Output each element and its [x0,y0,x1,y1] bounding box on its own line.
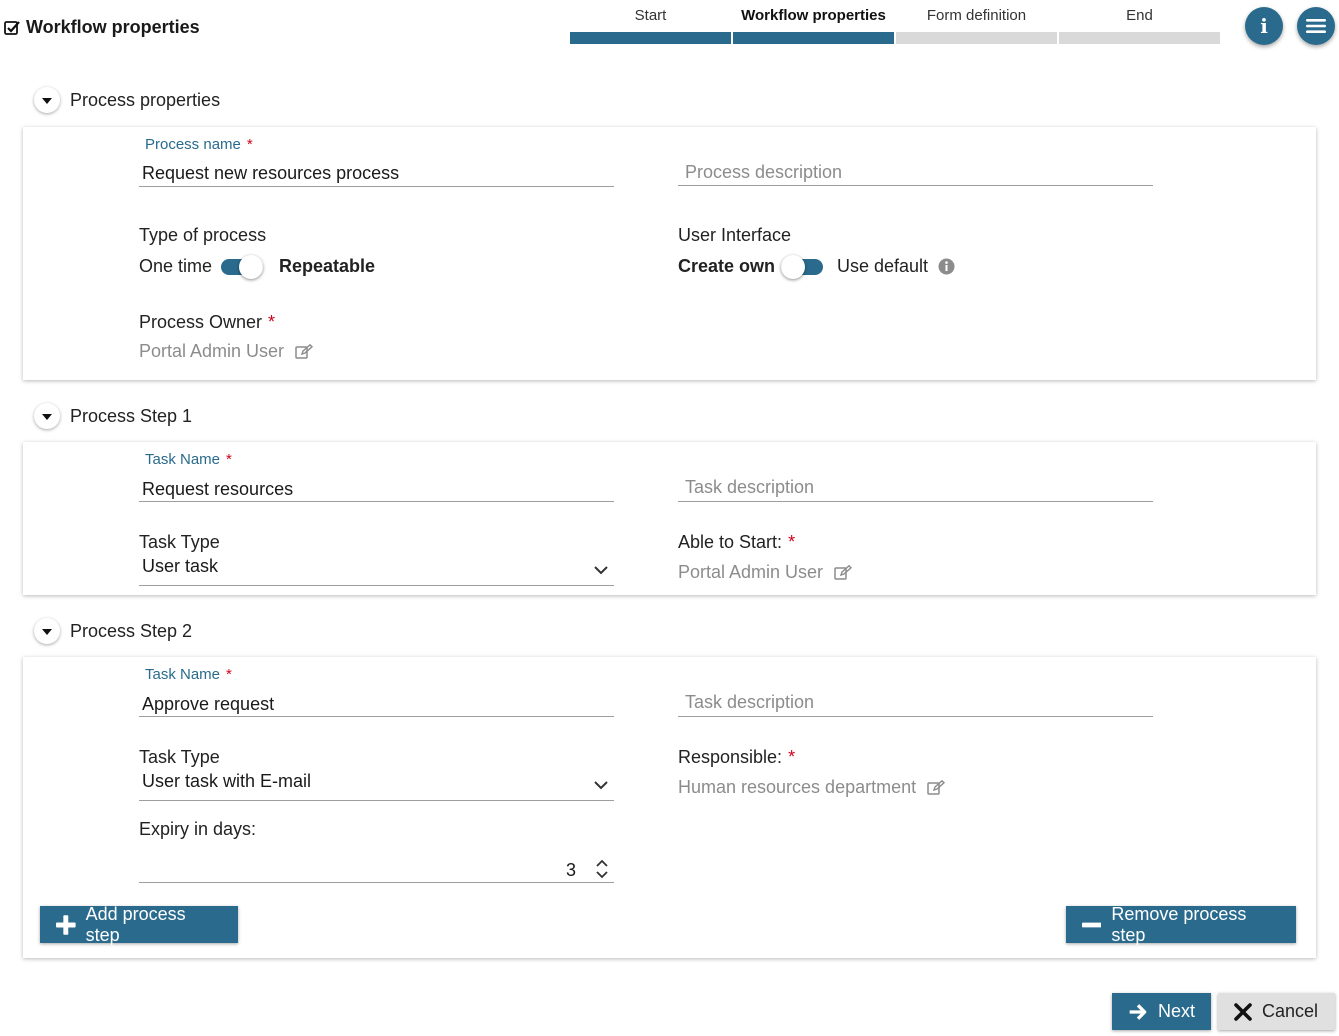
next-label: Next [1157,1001,1195,1021]
edit-icon[interactable] [295,344,314,360]
process-type-toggle[interactable] [221,255,263,279]
responsible-label: Responsible: * [678,747,796,767]
collapse-toggle-icon[interactable] [34,87,60,113]
task-type-select[interactable]: User task [142,556,218,577]
wizard-step-bar [733,32,894,44]
process-name-underline [139,186,614,187]
hamburger-menu-icon [1306,19,1326,33]
wizard-step-label: End [1126,7,1153,24]
wizard-step-label: Workflow properties [741,7,886,24]
task-type-underline [139,800,614,801]
wizard-step-label: Form definition [926,7,1027,24]
plus-icon [56,914,76,935]
task-name-label: Task Name * [145,666,232,683]
expiry-label: Expiry in days: [139,819,257,839]
user-interface-label: User Interface [678,225,792,245]
minus-icon [1082,922,1102,927]
cancel-button[interactable]: Cancel [1218,993,1335,1030]
wizard-step-end: End [1059,6,1220,44]
collapse-toggle-icon[interactable] [34,618,60,644]
process-description-underline [678,185,1153,186]
task-type-select[interactable]: User task with E-mail [142,771,311,792]
task-type-underline [139,585,614,586]
cancel-label: Cancel [1262,1001,1319,1021]
collapse-toggle-icon[interactable] [34,403,60,429]
info-icon: i [1260,14,1268,38]
user-interface-toggle[interactable] [781,255,823,279]
process-properties-card: Process name * Request new resources proc… [23,127,1316,380]
add-process-step-button[interactable]: Add process step [40,903,238,945]
number-stepper-icon[interactable] [595,858,609,880]
type-option-one-time: One time [139,256,213,276]
remove-process-step-button[interactable]: Remove process step [1066,903,1296,945]
info-button[interactable]: i [1245,7,1283,45]
section-title: Process Step 2 [70,620,193,641]
wizard-steps: Start Workflow properties Form definitio… [570,6,1220,44]
wizard-step-form-definition: Form definition [896,6,1057,44]
task-description-input[interactable]: Task description [685,477,814,498]
process-step-2-card: Task Name * Approve request Task descript… [23,657,1316,958]
edit-icon[interactable] [834,565,853,581]
close-icon [1234,1002,1252,1021]
info-circle-icon[interactable] [938,258,955,275]
page-title: Workflow properties [4,17,200,38]
type-option-repeatable: Repeatable [279,256,376,276]
task-name-input[interactable]: Request resources [142,479,293,500]
toggle-knob [781,255,805,279]
chevron-down-icon[interactable] [594,566,608,575]
process-name-label: Process name * [145,136,253,153]
checkbox-checked-icon [4,20,20,35]
ui-option-use-default: Use default [837,256,929,276]
task-description-input[interactable]: Task description [685,692,814,713]
responsible-value[interactable]: Human resources department [678,777,946,798]
section-title: Process Step 1 [70,405,193,426]
task-description-underline [678,716,1153,717]
process-owner-label: Process Owner * [139,312,276,332]
task-name-input[interactable]: Approve request [142,694,274,715]
type-of-process-label: Type of process [139,225,267,245]
chevron-down-icon[interactable] [594,781,608,790]
able-to-start-value[interactable]: Portal Admin User [678,562,853,583]
process-description-input[interactable]: Process description [685,162,842,183]
task-name-underline [139,716,614,717]
task-description-underline [678,501,1153,502]
wizard-step-bar [570,32,731,44]
expiry-input[interactable]: 3 [566,860,576,881]
edit-icon[interactable] [927,780,946,796]
wizard-step-workflow-properties: Workflow properties [733,6,894,44]
task-type-label: Task Type [139,532,220,552]
page-title-text: Workflow properties [26,17,200,37]
section-header-process-step-1: Process Step 1 [34,403,192,429]
able-to-start-label: Able to Start: * [678,532,796,552]
arrow-right-icon [1129,1003,1147,1020]
remove-process-step-label: Remove process step [1111,903,1247,945]
process-name-input[interactable]: Request new resources process [142,163,399,184]
wizard-step-start: Start [570,6,731,44]
next-button[interactable]: Next [1112,993,1211,1030]
toggle-knob [239,255,263,279]
section-header-process-properties: Process properties [34,87,220,113]
section-title: Process properties [70,89,221,110]
menu-button[interactable] [1297,7,1335,45]
expiry-underline [139,882,614,883]
ui-option-create-own: Create own [678,256,776,276]
task-name-underline [139,501,614,502]
wizard-step-bar [896,32,1057,44]
wizard-step-label: Start [634,7,667,24]
process-step-1-card: Task Name * Request resources Task descri… [23,442,1316,595]
add-process-step-label: Add process step [85,903,186,945]
task-name-label: Task Name * [145,451,232,468]
section-header-process-step-2: Process Step 2 [34,618,192,644]
task-type-label: Task Type [139,747,220,767]
wizard-step-bar [1059,32,1220,44]
process-owner-value[interactable]: Portal Admin User [139,341,314,362]
